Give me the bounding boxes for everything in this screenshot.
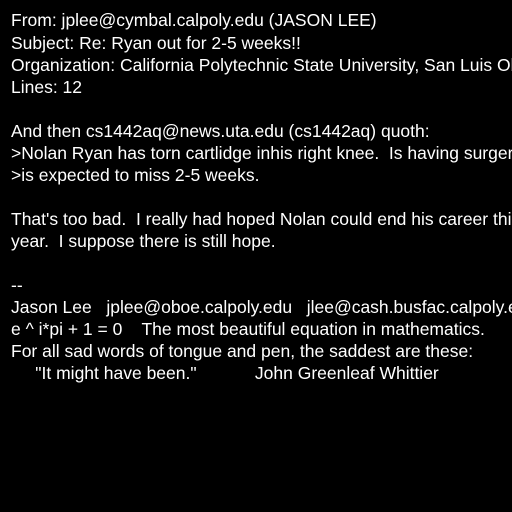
quoted-line: >is expected to miss 2-5 weeks. — [11, 165, 260, 185]
quote-attribution: And then cs1442aq@news.uta.edu (cs1442aq… — [11, 121, 430, 141]
reply-line: year. I suppose there is still hope. — [11, 231, 276, 251]
header-from: From: jplee@cymbal.calpoly.edu (JASON LE… — [11, 10, 377, 30]
header-subject: Subject: Re: Ryan out for 2-5 weeks!! — [11, 33, 301, 53]
email-message: From: jplee@cymbal.calpoly.edu (JASON LE… — [0, 0, 512, 512]
quoted-line: >Nolan Ryan has torn cartlidge inhis rig… — [11, 143, 512, 163]
reply-line: That's too bad. I really had hoped Nolan… — [11, 209, 512, 229]
signature-line: "It might have been." John Greenleaf Whi… — [11, 363, 478, 383]
signature-line: Jason Lee jplee@oboe.calpoly.edu jlee@ca… — [11, 297, 512, 317]
signature-line: For all sad words of tongue and pen, the… — [11, 341, 474, 361]
header-lines: Lines: 12 — [11, 77, 83, 97]
signature-separator: -- — [11, 275, 23, 295]
header-organization: Organization: California Polytechnic Sta… — [11, 55, 512, 75]
signature-line: e ^ i*pi + 1 = 0 The most beautiful equa… — [11, 319, 485, 339]
